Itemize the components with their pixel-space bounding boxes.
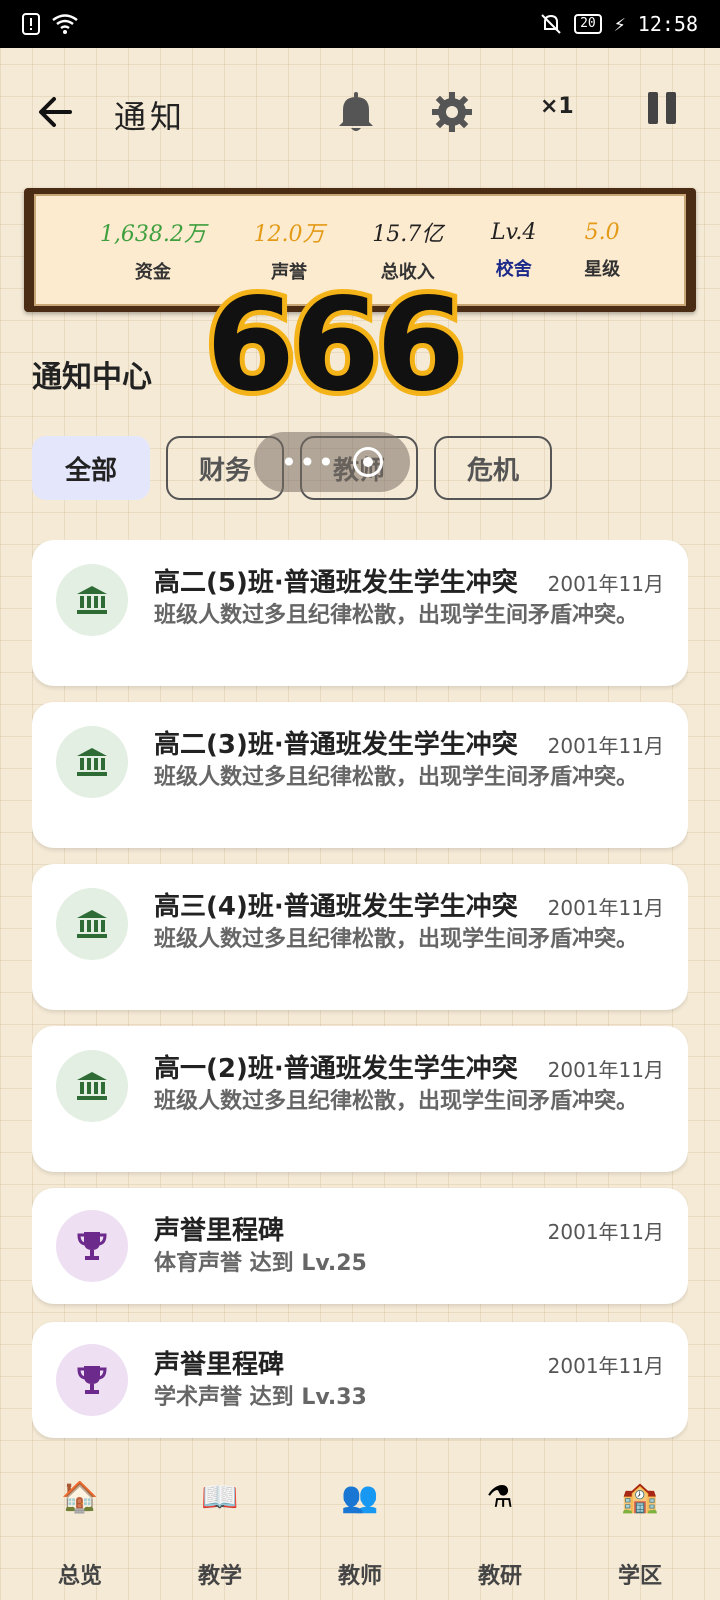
trophy-icon [77,1232,107,1260]
alert-icon [22,13,40,35]
notification-description: 学术声誉 达到 Lv.33 [154,1385,367,1410]
stat-value: 12.0万 [253,222,325,247]
mute-bell-icon [541,14,561,34]
notification-date: 2001年11月 [547,1058,664,1082]
stat-value: Lv.4 [491,219,537,245]
stat-label: 校舍 [495,258,532,280]
stat-value: 15.7亿 [372,222,444,247]
stat-label: 资金 [134,262,171,283]
nav-label: 教研 [477,1564,522,1589]
book-icon: 📖 [201,1480,239,1515]
nav-item[interactable]: 👥 教师 [300,1440,420,1600]
nav-label: 教学 [197,1564,242,1589]
notification-description: 班级人数过多且纪律松散，出现学生间矛盾冲突。 [154,927,639,952]
trophy-badge [56,1210,128,1282]
notification-description: 体育声誉 达到 Lv.25 [154,1251,367,1276]
notification-card[interactable]: 声誉里程碑 2001年11月学术声誉 达到 Lv.33 [32,1322,688,1438]
nav-label: 总览 [57,1564,102,1589]
notification-button[interactable] [336,90,380,134]
battery-indicator: 20 [574,14,602,34]
flask-icon: ⚗ [486,1480,514,1515]
floating-control-pill[interactable]: ••• [254,432,410,492]
arrow-left-icon [39,97,72,127]
gear-icon [432,92,472,132]
back-button[interactable] [34,90,78,134]
house-icon: 🏠 [61,1480,99,1515]
notification-title: 高二(5)班·普通班发生学生冲突 [154,568,518,598]
notification-date: 2001年11月 [547,896,664,920]
notification-card[interactable]: 声誉里程碑 2001年11月体育声誉 达到 Lv.25 [32,1188,688,1304]
clock: 12:58 [637,12,698,36]
speed-button[interactable]: ×1 [540,94,574,119]
notification-description: 班级人数过多且纪律松散，出现学生间矛盾冲突。 [154,765,639,790]
teachers-icon: 👥 [341,1480,379,1515]
filter-tab[interactable]: 全部 [32,436,150,500]
page-title: 通知 [114,98,187,136]
notification-title: 高二(3)班·普通班发生学生冲突 [154,730,518,760]
notification-date: 2001年11月 [547,734,664,758]
section-title: 通知中心 [32,360,152,395]
nav-label: 教师 [337,1564,382,1589]
notification-title: 声誉里程碑 [154,1216,285,1246]
school-icon: 🏫 [621,1480,659,1515]
nav-item[interactable]: ⚗ 教研 [440,1440,560,1600]
app-bar: 通知 ×1 [0,74,720,150]
nav-item[interactable]: 📖 教学 [160,1440,280,1600]
stat-value: 5.0 [584,219,620,245]
more-icon[interactable]: ••• [281,446,337,479]
bank-badge [56,726,128,798]
bank-badge [56,888,128,960]
bank-icon [77,586,107,614]
notification-card[interactable]: 高二(5)班·普通班发生学生冲突 2001年11月班级人数过多且纪律松散，出现学生… [32,540,688,686]
trophy-icon [77,1366,107,1394]
filter-tab[interactable]: 危机 [434,436,552,500]
stat-item: 1,638.2万资金 [100,216,206,284]
stat-item: 5.0 星级 [584,220,620,281]
notification-card[interactable]: 高三(4)班·普通班发生学生冲突 2001年11月班级人数过多且纪律松散，出现学生… [32,864,688,1010]
pause-button[interactable] [648,92,678,130]
stat-value: 1,638.2万 [99,222,206,247]
nav-item[interactable]: 🏠 总览 [20,1440,140,1600]
trophy-badge [56,1344,128,1416]
target-icon[interactable] [353,447,384,477]
bank-icon [77,910,107,938]
notification-date: 2001年11月 [547,1220,664,1244]
stat-label: 星级 [584,258,621,280]
notification-title: 高三(4)班·普通班发生学生冲突 [154,892,518,922]
charging-icon: ⚡ [613,12,626,36]
notification-card[interactable]: 高一(2)班·普通班发生学生冲突 2001年11月班级人数过多且纪律松散，出现学生… [32,1026,688,1172]
settings-button[interactable] [428,88,476,136]
notification-title: 高一(2)班·普通班发生学生冲突 [154,1054,518,1084]
notification-description: 班级人数过多且纪律松散，出现学生间矛盾冲突。 [154,603,639,628]
bottom-nav: 🏠 总览 📖 教学 👥 教师 ⚗ 教研 🏫 学区 [0,1440,720,1600]
notification-title: 声誉里程碑 [154,1350,285,1380]
bank-icon [77,748,107,776]
bank-badge [56,564,128,636]
status-bar: 20 ⚡ 12:58 [0,0,720,48]
overlay-number: 666 [201,271,470,421]
notification-date: 2001年11月 [547,572,664,596]
nav-item[interactable]: 🏫 学区 [580,1440,700,1600]
bank-icon [77,1072,107,1100]
wifi-icon [52,14,78,34]
notification-description: 班级人数过多且纪律松散，出现学生间矛盾冲突。 [154,1089,639,1114]
bank-badge [56,1050,128,1122]
bell-icon [339,92,373,131]
notification-card[interactable]: 高二(3)班·普通班发生学生冲突 2001年11月班级人数过多且纪律松散，出现学生… [32,702,688,848]
nav-label: 学区 [617,1564,662,1589]
notification-list: 高二(5)班·普通班发生学生冲突 2001年11月 班级人数过多且纪律松散，出现学生… [32,540,688,1440]
stat-item: Lv.4 校舍 [491,220,536,281]
notification-date: 2001年11月 [547,1354,664,1378]
